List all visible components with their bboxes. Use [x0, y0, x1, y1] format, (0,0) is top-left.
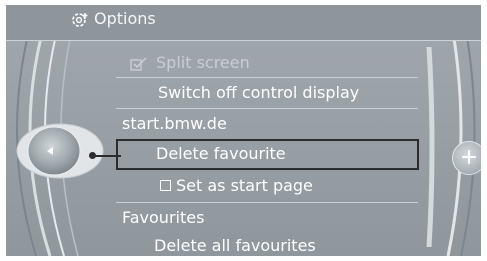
- menu-item-label: Delete favourite: [156, 144, 286, 163]
- page-title: Options: [94, 9, 156, 28]
- menu-item-label: Set as start page: [176, 176, 313, 195]
- menu-item-split-screen[interactable]: Split screen: [116, 48, 418, 78]
- section-label: start.bmw.de: [122, 114, 227, 133]
- section-label: Favourites: [122, 208, 205, 227]
- plus-icon: +: [459, 145, 479, 170]
- menu-item-switch-off-display[interactable]: Switch off control display: [116, 79, 418, 109]
- menu-item-label: Delete all favourites: [154, 236, 316, 255]
- plus-button[interactable]: +: [452, 141, 481, 175]
- checkmark-box-icon: [130, 57, 147, 71]
- scrollbar[interactable]: [426, 47, 436, 247]
- menu-item-label: Switch off control display: [158, 83, 360, 102]
- menu-item-delete-all-favourites[interactable]: Delete all favourites: [116, 233, 418, 256]
- settings-gear-icon: [72, 13, 88, 27]
- menu-item-label: Split screen: [156, 53, 250, 72]
- controller-knob[interactable]: [16, 123, 104, 179]
- selection-pointer-dot: [89, 152, 96, 159]
- checkbox-icon[interactable]: [160, 180, 171, 191]
- section-heading-start-url: start.bmw.de: [116, 109, 418, 139]
- idrive-options-screen: Options Split screen Switch off control …: [6, 5, 481, 256]
- section-heading-favourites: Favourites: [116, 203, 418, 233]
- menu-item-delete-favourite[interactable]: Delete favourite: [116, 139, 419, 170]
- header-bar: Options: [6, 5, 481, 41]
- menu-item-set-start-page[interactable]: Set as start page: [116, 173, 418, 203]
